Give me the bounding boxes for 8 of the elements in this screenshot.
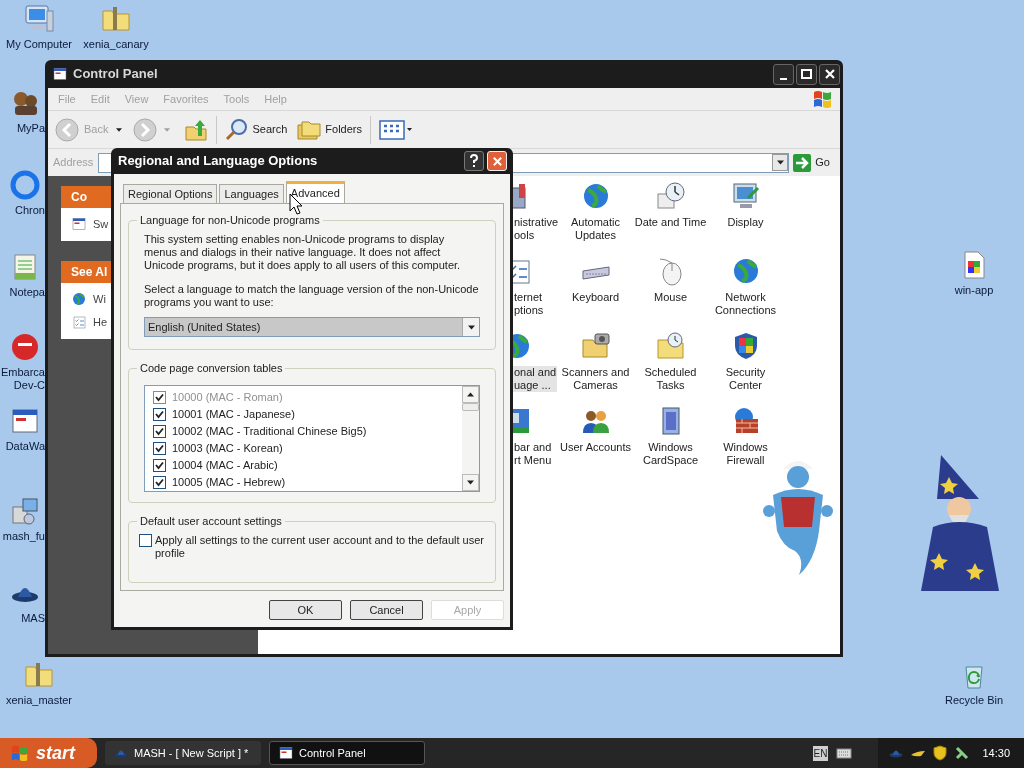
group-legend: Code page conversion tables bbox=[137, 361, 286, 375]
group-legend: Default user account settings bbox=[137, 514, 285, 528]
group-legend: Language for non-Unicode programs bbox=[137, 213, 323, 227]
address-label: Address bbox=[53, 155, 94, 171]
dialog-title: Regional and Language Options bbox=[118, 152, 318, 171]
window-title: Control Panel bbox=[73, 65, 158, 84]
description-text: This system setting enables non-Unicode programs to display menus and dialogs in their native language. It does not affect Unicode programs, but it does apply to all users of this computer. bbox=[144, 233, 462, 272]
prompt-text: Select a language to match the language version of the non-Unicode programs you want to use: bbox=[144, 283, 480, 309]
